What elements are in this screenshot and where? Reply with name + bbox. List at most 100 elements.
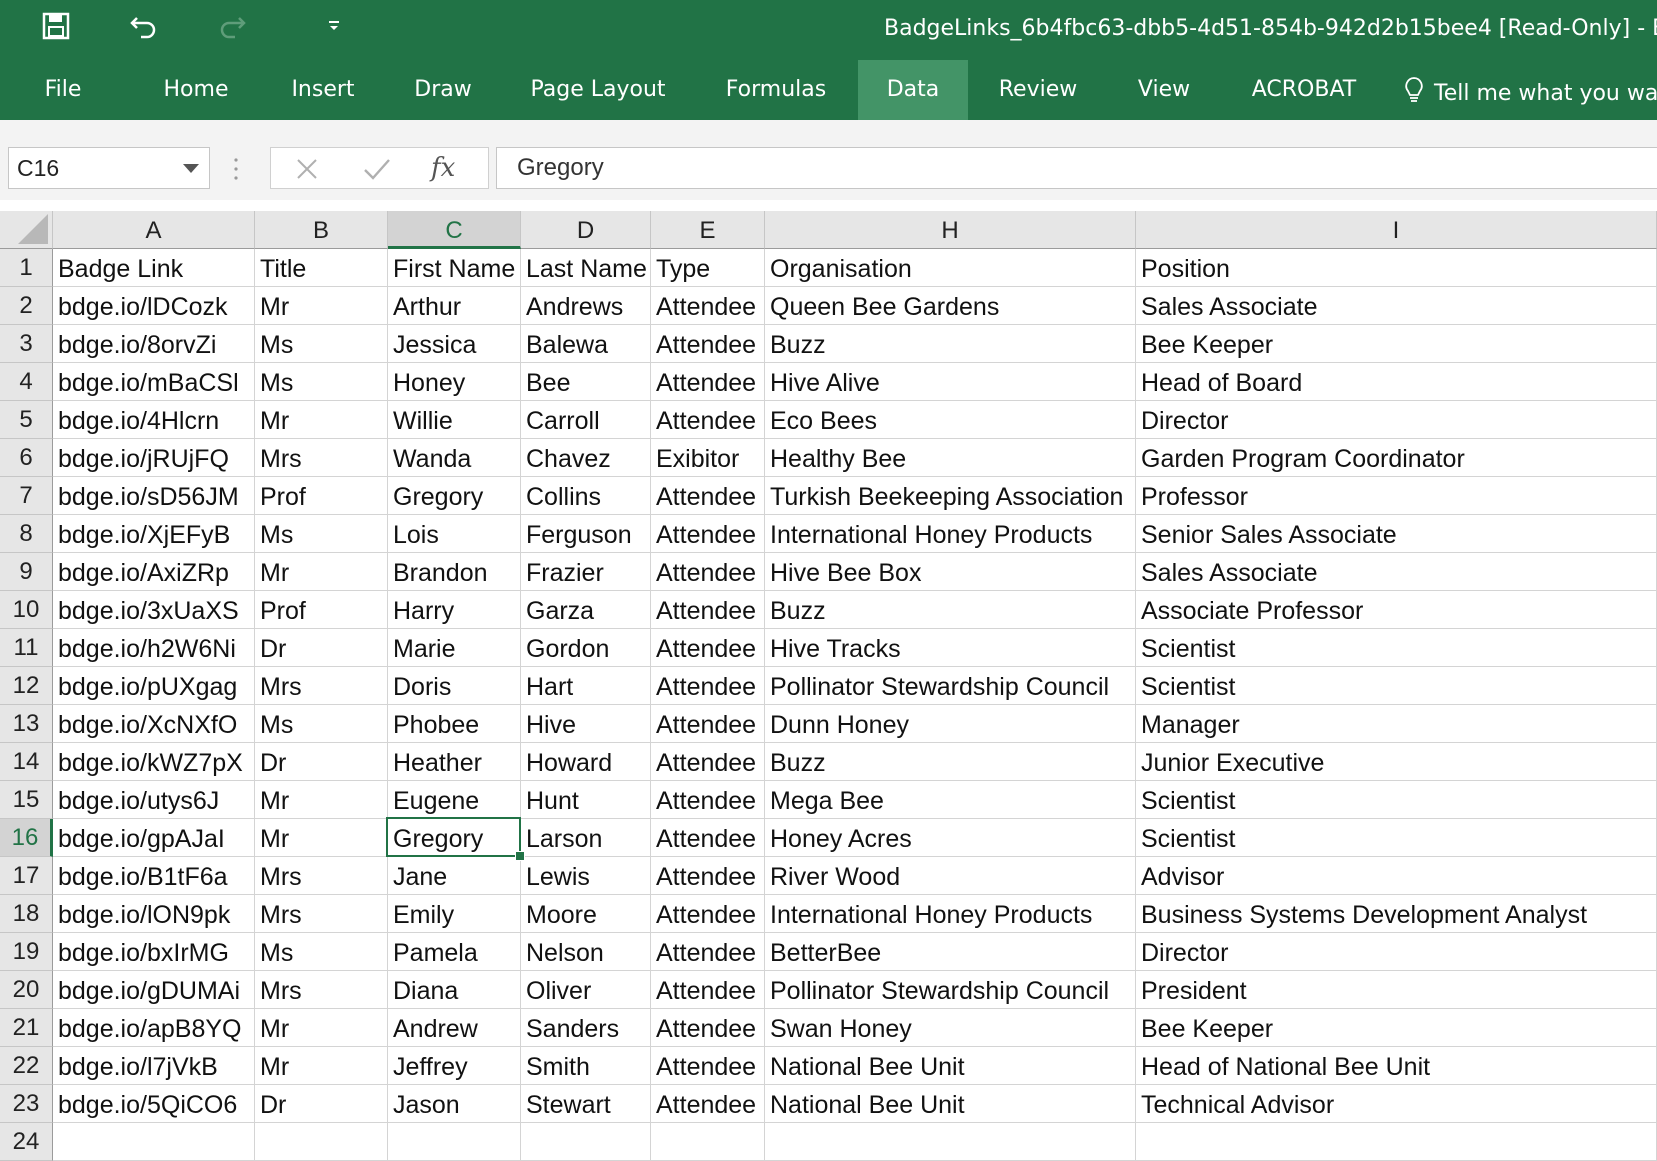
cell-b24[interactable]	[255, 1123, 388, 1161]
row-header-12[interactable]: 12	[0, 667, 53, 705]
cell-d19[interactable]: Nelson	[521, 933, 651, 971]
cell-d11[interactable]: Gordon	[521, 629, 651, 667]
cell-c6[interactable]: Wanda	[388, 439, 521, 477]
cell-d15[interactable]: Hunt	[521, 781, 651, 819]
row-header-6[interactable]: 6	[0, 439, 53, 477]
cell-i21[interactable]: Bee Keeper	[1136, 1009, 1657, 1047]
cell-a1[interactable]: Badge Link	[53, 249, 255, 287]
cell-e5[interactable]: Attendee	[651, 401, 765, 439]
cell-e2[interactable]: Attendee	[651, 287, 765, 325]
row-header-2[interactable]: 2	[0, 287, 53, 325]
cell-b16[interactable]: Mr	[255, 819, 388, 857]
row-header-24[interactable]: 24	[0, 1123, 53, 1161]
cell-h9[interactable]: Hive Bee Box	[765, 553, 1136, 591]
cell-i5[interactable]: Director	[1136, 401, 1657, 439]
cell-b15[interactable]: Mr	[255, 781, 388, 819]
cell-h21[interactable]: Swan Honey	[765, 1009, 1136, 1047]
cell-a22[interactable]: bdge.io/l7jVkB	[53, 1047, 255, 1085]
cell-h7[interactable]: Turkish Beekeeping Association	[765, 477, 1136, 515]
cell-a16[interactable]: bdge.io/gpAJaI	[53, 819, 255, 857]
redo-icon[interactable]	[212, 4, 252, 48]
row-header-21[interactable]: 21	[0, 1009, 53, 1047]
row-header-19[interactable]: 19	[0, 933, 53, 971]
cell-h11[interactable]: Hive Tracks	[765, 629, 1136, 667]
tab-data[interactable]: Data	[858, 60, 968, 120]
cell-i16[interactable]: Scientist	[1136, 819, 1657, 857]
cell-a3[interactable]: bdge.io/8orvZi	[53, 325, 255, 363]
cell-h17[interactable]: River Wood	[765, 857, 1136, 895]
cell-b10[interactable]: Prof	[255, 591, 388, 629]
cell-d1[interactable]: Last Name	[521, 249, 651, 287]
cell-c22[interactable]: Jeffrey	[388, 1047, 521, 1085]
cell-a10[interactable]: bdge.io/3xUaXS	[53, 591, 255, 629]
cell-h19[interactable]: BetterBee	[765, 933, 1136, 971]
row-header-11[interactable]: 11	[0, 629, 53, 667]
cell-i1[interactable]: Position	[1136, 249, 1657, 287]
cell-d20[interactable]: Oliver	[521, 971, 651, 1009]
cell-i17[interactable]: Advisor	[1136, 857, 1657, 895]
cell-e16[interactable]: Attendee	[651, 819, 765, 857]
column-header-h[interactable]: H	[765, 211, 1136, 249]
cell-b9[interactable]: Mr	[255, 553, 388, 591]
cell-e4[interactable]: Attendee	[651, 363, 765, 401]
cell-e11[interactable]: Attendee	[651, 629, 765, 667]
cell-h24[interactable]	[765, 1123, 1136, 1161]
cell-d4[interactable]: Bee	[521, 363, 651, 401]
row-header-17[interactable]: 17	[0, 857, 53, 895]
cell-e12[interactable]: Attendee	[651, 667, 765, 705]
select-all-button[interactable]	[0, 211, 53, 249]
cell-a8[interactable]: bdge.io/XjEFyB	[53, 515, 255, 553]
cell-c5[interactable]: Willie	[388, 401, 521, 439]
tab-insert[interactable]: Insert	[278, 60, 368, 120]
row-header-4[interactable]: 4	[0, 363, 53, 401]
row-header-20[interactable]: 20	[0, 971, 53, 1009]
cell-c1[interactable]: First Name	[388, 249, 521, 287]
name-box[interactable]: C16	[8, 147, 210, 189]
cell-b18[interactable]: Mrs	[255, 895, 388, 933]
row-header-9[interactable]: 9	[0, 553, 53, 591]
cell-c7[interactable]: Gregory	[388, 477, 521, 515]
cell-c21[interactable]: Andrew	[388, 1009, 521, 1047]
row-header-22[interactable]: 22	[0, 1047, 53, 1085]
cell-h6[interactable]: Healthy Bee	[765, 439, 1136, 477]
row-header-3[interactable]: 3	[0, 325, 53, 363]
cell-i6[interactable]: Garden Program Coordinator	[1136, 439, 1657, 477]
cell-d18[interactable]: Moore	[521, 895, 651, 933]
cell-e8[interactable]: Attendee	[651, 515, 765, 553]
tab-acrobat[interactable]: ACROBAT	[1244, 60, 1364, 120]
fill-handle[interactable]	[515, 851, 525, 861]
cell-b2[interactable]: Mr	[255, 287, 388, 325]
cell-c23[interactable]: Jason	[388, 1085, 521, 1123]
cell-a15[interactable]: bdge.io/utys6J	[53, 781, 255, 819]
cell-c19[interactable]: Pamela	[388, 933, 521, 971]
cell-e21[interactable]: Attendee	[651, 1009, 765, 1047]
cell-c11[interactable]: Marie	[388, 629, 521, 667]
cell-c17[interactable]: Jane	[388, 857, 521, 895]
cell-a7[interactable]: bdge.io/sD56JM	[53, 477, 255, 515]
cell-e3[interactable]: Attendee	[651, 325, 765, 363]
column-header-c[interactable]: C	[388, 211, 521, 249]
cell-d13[interactable]: Hive	[521, 705, 651, 743]
insert-function-icon[interactable]: fx	[431, 150, 455, 186]
cell-a14[interactable]: bdge.io/kWZ7pX	[53, 743, 255, 781]
cell-i2[interactable]: Sales Associate	[1136, 287, 1657, 325]
cell-d14[interactable]: Howard	[521, 743, 651, 781]
cell-c20[interactable]: Diana	[388, 971, 521, 1009]
cell-c10[interactable]: Harry	[388, 591, 521, 629]
cell-i3[interactable]: Bee Keeper	[1136, 325, 1657, 363]
cell-e18[interactable]: Attendee	[651, 895, 765, 933]
cell-e9[interactable]: Attendee	[651, 553, 765, 591]
cell-a21[interactable]: bdge.io/apB8YQ	[53, 1009, 255, 1047]
cell-h1[interactable]: Organisation	[765, 249, 1136, 287]
cell-d17[interactable]: Lewis	[521, 857, 651, 895]
tab-page-layout[interactable]: Page Layout	[525, 60, 671, 120]
cell-d24[interactable]	[521, 1123, 651, 1161]
cell-i8[interactable]: Senior Sales Associate	[1136, 515, 1657, 553]
cell-h20[interactable]: Pollinator Stewardship Council	[765, 971, 1136, 1009]
cell-h2[interactable]: Queen Bee Gardens	[765, 287, 1136, 325]
cell-h8[interactable]: International Honey Products	[765, 515, 1136, 553]
cell-c9[interactable]: Brandon	[388, 553, 521, 591]
cell-d23[interactable]: Stewart	[521, 1085, 651, 1123]
cell-a6[interactable]: bdge.io/jRUjFQ	[53, 439, 255, 477]
cell-b7[interactable]: Prof	[255, 477, 388, 515]
